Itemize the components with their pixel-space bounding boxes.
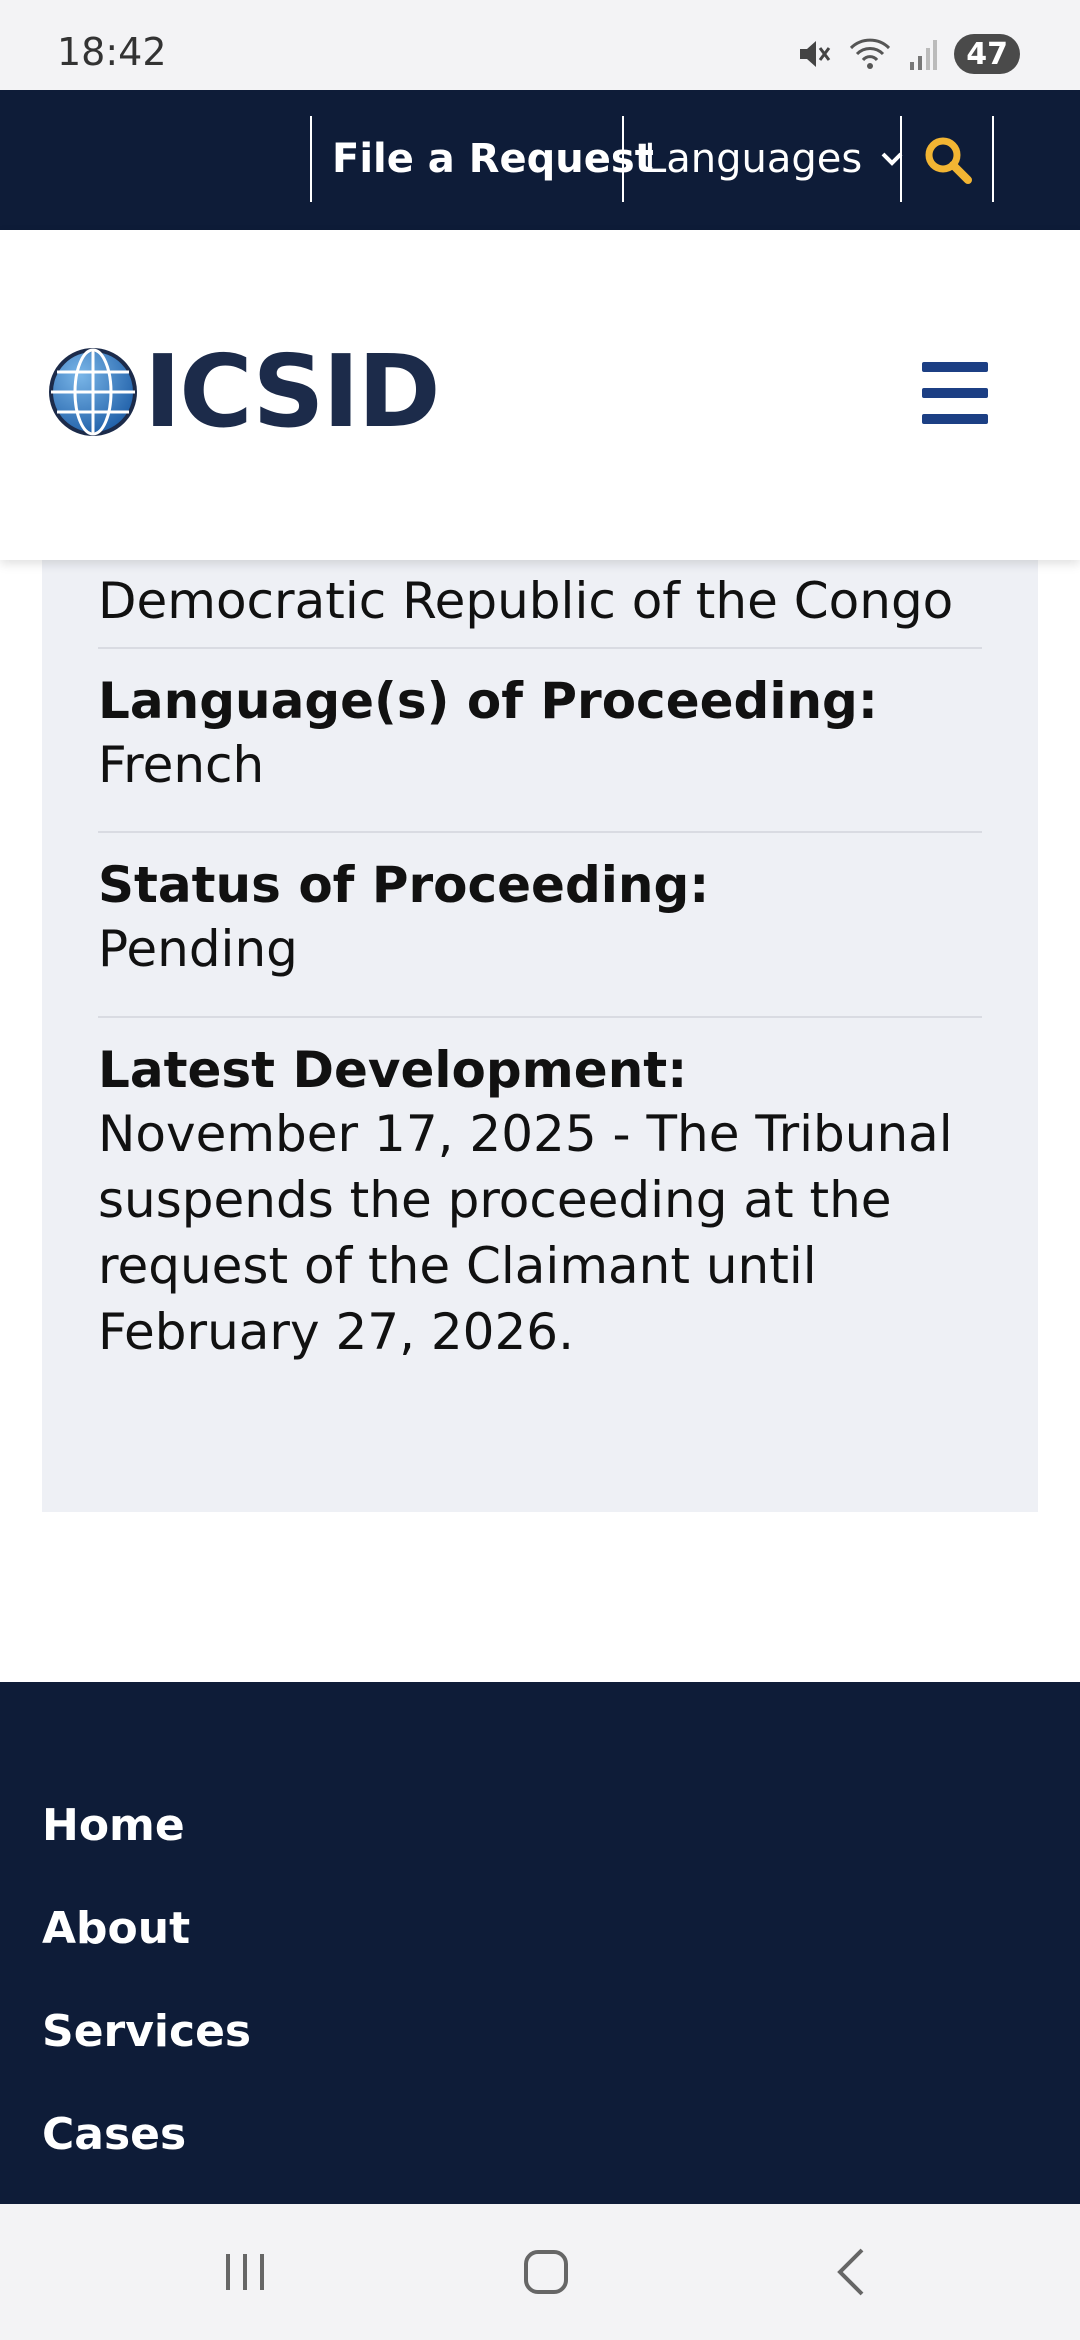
icsid-logo[interactable]: ICSID	[46, 333, 441, 450]
hamburger-menu-icon[interactable]	[922, 362, 988, 424]
languages-label: Languages	[644, 136, 863, 182]
home-button[interactable]	[520, 2242, 572, 2302]
back-button[interactable]	[828, 2242, 872, 2302]
footer-link-home[interactable]: Home	[42, 1800, 185, 1851]
site-header: ICSID	[0, 230, 1080, 560]
file-request-link[interactable]: File a Request	[332, 136, 654, 182]
menu-bar	[922, 388, 988, 398]
status-time: 18:42	[57, 30, 167, 74]
respondent-field: Democratic Republic of the Congo	[98, 568, 982, 634]
development-label: Latest Development:	[98, 1041, 688, 1099]
language-field: Language(s) of Proceeding: French	[98, 670, 982, 798]
nav-divider	[900, 116, 902, 202]
menu-bar	[922, 362, 988, 372]
status-label: Status of Proceeding:	[98, 856, 710, 914]
recent-apps-button[interactable]	[218, 2242, 272, 2302]
recent-apps-icon	[226, 2254, 264, 2290]
case-details-card: Democratic Republic of the Congo Languag…	[42, 540, 1038, 1512]
development-value: November 17, 2025 - The Tribunal suspend…	[98, 1105, 953, 1361]
signal-icon	[910, 40, 938, 70]
nav-divider	[622, 116, 624, 202]
status-icons: 47	[796, 32, 1020, 76]
site-footer: Home About Services Cases	[0, 1682, 1080, 2204]
globe-icon	[49, 348, 137, 436]
divider	[98, 1016, 982, 1018]
language-value: French	[98, 736, 265, 794]
logo-wordmark: ICSID	[144, 333, 441, 450]
development-field: Latest Development: November 17, 2025 - …	[98, 1039, 982, 1365]
utility-nav: File a Request Languages	[0, 90, 1080, 230]
status-field: Status of Proceeding: Pending	[98, 854, 982, 982]
back-icon	[837, 2248, 864, 2296]
home-icon	[524, 2250, 568, 2294]
divider	[98, 831, 982, 833]
nav-divider	[310, 116, 312, 202]
search-icon[interactable]	[922, 134, 974, 186]
status-value: Pending	[98, 920, 298, 978]
mute-icon	[800, 41, 831, 67]
footer-link-services[interactable]: Services	[42, 2006, 251, 2057]
system-nav-bar	[0, 2204, 1080, 2340]
nav-divider	[992, 116, 994, 202]
footer-link-about[interactable]: About	[42, 1903, 190, 1954]
respondent-value: Democratic Republic of the Congo	[98, 572, 954, 630]
footer-link-cases[interactable]: Cases	[42, 2109, 186, 2160]
battery-indicator: 47	[954, 34, 1020, 74]
languages-dropdown[interactable]: Languages	[644, 136, 904, 182]
status-bar: 18:42 47	[0, 0, 1080, 90]
wifi-icon	[850, 38, 891, 69]
language-label: Language(s) of Proceeding:	[98, 672, 878, 730]
menu-bar	[922, 414, 988, 424]
divider	[98, 647, 982, 649]
